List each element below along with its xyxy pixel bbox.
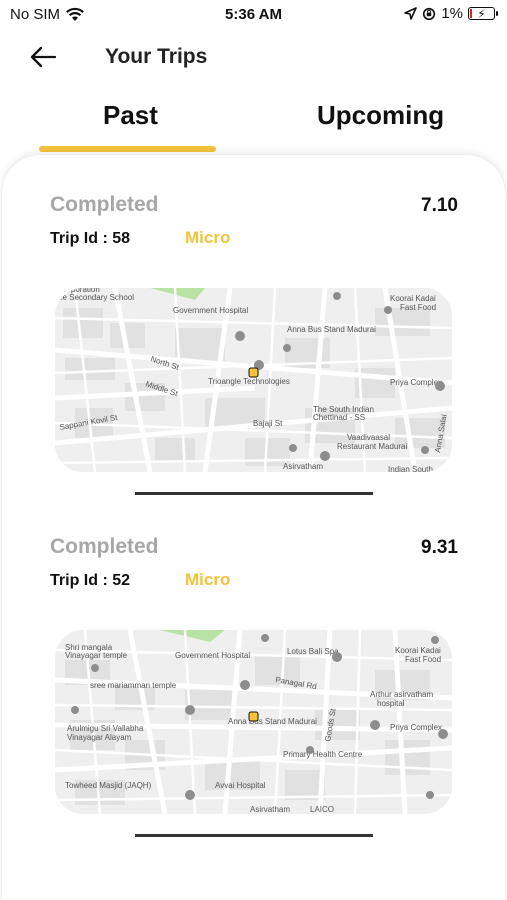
location-arrow-icon [404,7,418,20]
vehicle-type: Micro [185,228,231,247]
svg-text:Towheed Masjid (JAQH): Towheed Masjid (JAQH) [65,781,152,790]
status-right: 1% ⚡ [404,5,498,22]
svg-text:Priya Complex: Priya Complex [390,723,442,732]
trip-amount: 7.10 [421,195,458,216]
svg-text:Asirvatham: Asirvatham [250,805,290,814]
svg-text:Bajaji St: Bajaji St [253,419,283,428]
vehicle-type: Micro [185,570,231,589]
svg-text:Government Hospital: Government Hospital [173,306,248,315]
trip-status: Completed [50,193,159,216]
svg-text:Fast Food: Fast Food [400,303,436,312]
trip-card[interactable]: Completed 7.10 Trip Id : 58 Micro Corpor… [0,190,507,520]
trip-id: Trip Id : 58 [50,230,131,247]
active-tab-indicator [39,146,216,152]
svg-text:Anna Bus Stand Madurai: Anna Bus Stand Madurai [228,717,317,726]
svg-text:Vaadivaasal: Vaadivaasal [347,433,390,442]
svg-text:hospital: hospital [377,699,405,708]
trip-map[interactable]: Shri mangala Vinayagar temple Government… [55,630,452,814]
page-title: Your Trips [105,45,208,68]
svg-text:Lotus Bali Spa: Lotus Bali Spa [287,647,339,656]
trip-map[interactable]: Corporation ee Secondary School Governme… [55,288,452,472]
svg-text:Anna Bus Stand Madurai: Anna Bus Stand Madurai [287,325,376,334]
orientation-lock-icon [423,7,436,20]
svg-text:Chettinad - SS: Chettinad - SS [313,413,365,422]
svg-text:Restaurant Madurai: Restaurant Madurai [337,442,407,451]
arrow-left-icon [30,46,57,68]
svg-text:Trioangle Technologies: Trioangle Technologies [208,377,290,386]
svg-text:Vinayagar temple: Vinayagar temple [65,651,128,660]
tab-past[interactable]: Past [103,100,158,131]
battery-percent: 1% [441,5,463,22]
status-bar: No SIM 5:36 AM 1% ⚡ [0,0,507,30]
svg-text:ee Secondary School: ee Secondary School [58,293,134,302]
battery-charging-icon: ⚡ [468,7,498,21]
svg-text:Arthur asirvatham: Arthur asirvatham [370,690,433,699]
svg-text:Indian South: Indian South [388,465,433,472]
trip-amount: 9.31 [421,537,458,558]
trip-card[interactable]: Completed 9.31 Trip Id : 52 Micro Shri m… [0,532,507,862]
svg-text:sree mariamman temple: sree mariamman temple [90,681,177,690]
svg-text:Priya Complex: Priya Complex [390,378,442,387]
trip-divider [135,492,373,495]
trip-divider [135,834,373,837]
trip-tabs: Past Upcoming [0,100,507,155]
header: Your Trips [0,38,507,78]
svg-text:Koorai Kadai: Koorai Kadai [390,294,436,303]
svg-text:Fast Food: Fast Food [405,655,441,664]
back-button[interactable] [28,42,62,72]
svg-text:Government Hospital: Government Hospital [175,651,250,660]
trip-status: Completed [50,535,159,558]
svg-text:Koorai Kadai: Koorai Kadai [395,646,441,655]
svg-text:Arulmigu Sri Vallabha: Arulmigu Sri Vallabha [67,724,144,733]
trip-id: Trip Id : 52 [50,572,131,589]
svg-text:LAICO: LAICO [310,805,334,814]
svg-text:Vinayagar Alayam: Vinayagar Alayam [67,733,132,742]
tab-upcoming[interactable]: Upcoming [317,100,444,131]
svg-text:Primary Health Centre: Primary Health Centre [283,750,363,759]
svg-text:Asirvatham: Asirvatham [283,462,323,471]
svg-text:Avvai Hospital: Avvai Hospital [215,781,266,790]
